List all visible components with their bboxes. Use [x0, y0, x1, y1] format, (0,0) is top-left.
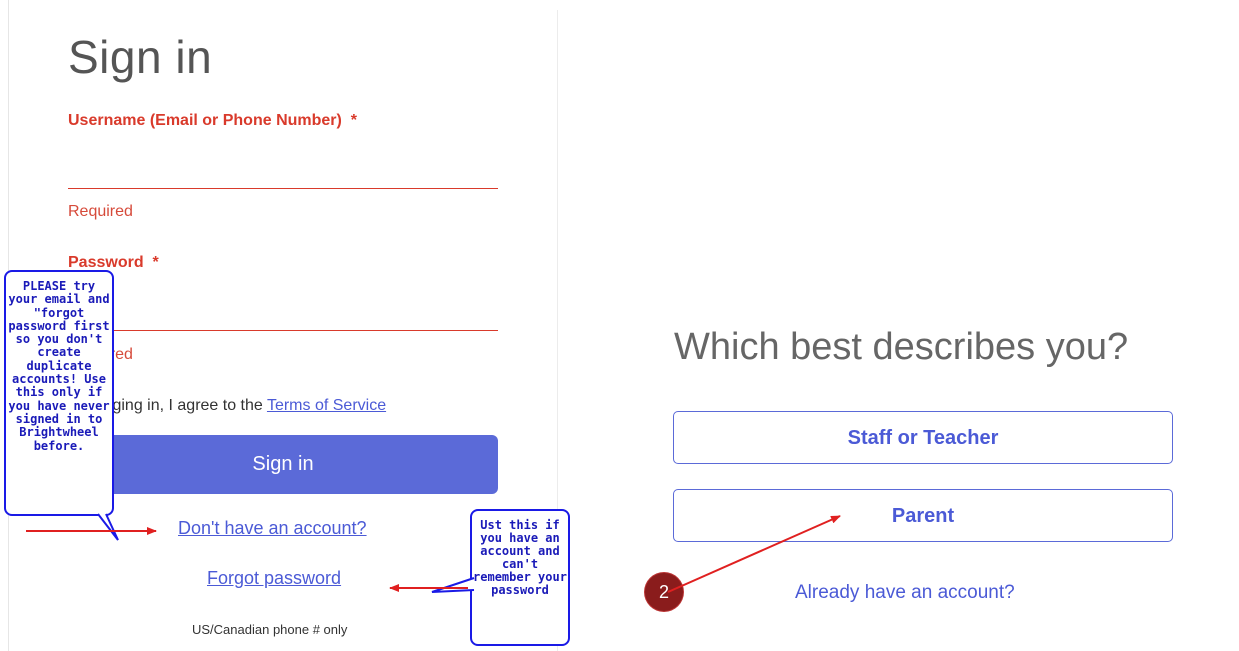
annotation-callout-right: Ust this if you have an account and can'… — [470, 509, 570, 646]
annotation-callout-left: PLEASE try your email and "forgot passwo… — [4, 270, 114, 516]
page-title: Sign in — [68, 31, 213, 83]
username-label: Username (Email or Phone Number) * — [68, 112, 357, 129]
forgot-password-link[interactable]: Forgot password — [207, 568, 341, 589]
phone-note: US/Canadian phone # only — [192, 622, 348, 637]
step-number-badge: 2 — [645, 573, 683, 611]
password-field[interactable] — [68, 282, 498, 330]
callout-tail-left — [97, 513, 119, 541]
sign-in-button[interactable]: Sign in — [68, 435, 498, 494]
parent-button[interactable]: Parent — [673, 489, 1173, 542]
username-error: Required — [68, 203, 133, 220]
username-underline — [68, 188, 498, 189]
callout-tail-right — [431, 577, 475, 593]
already-have-account-link[interactable]: Already have an account? — [795, 582, 1015, 604]
username-field[interactable] — [68, 140, 498, 188]
terms-of-service-link[interactable]: Terms of Service — [267, 397, 386, 414]
dont-have-account-link[interactable]: Don't have an account? — [178, 518, 367, 539]
terms-agreement: By logging in, I agree to the Terms of S… — [68, 397, 386, 415]
staff-or-teacher-button[interactable]: Staff or Teacher — [673, 411, 1173, 464]
password-underline — [68, 330, 498, 331]
role-question-title: Which best describes you? — [674, 326, 1129, 368]
